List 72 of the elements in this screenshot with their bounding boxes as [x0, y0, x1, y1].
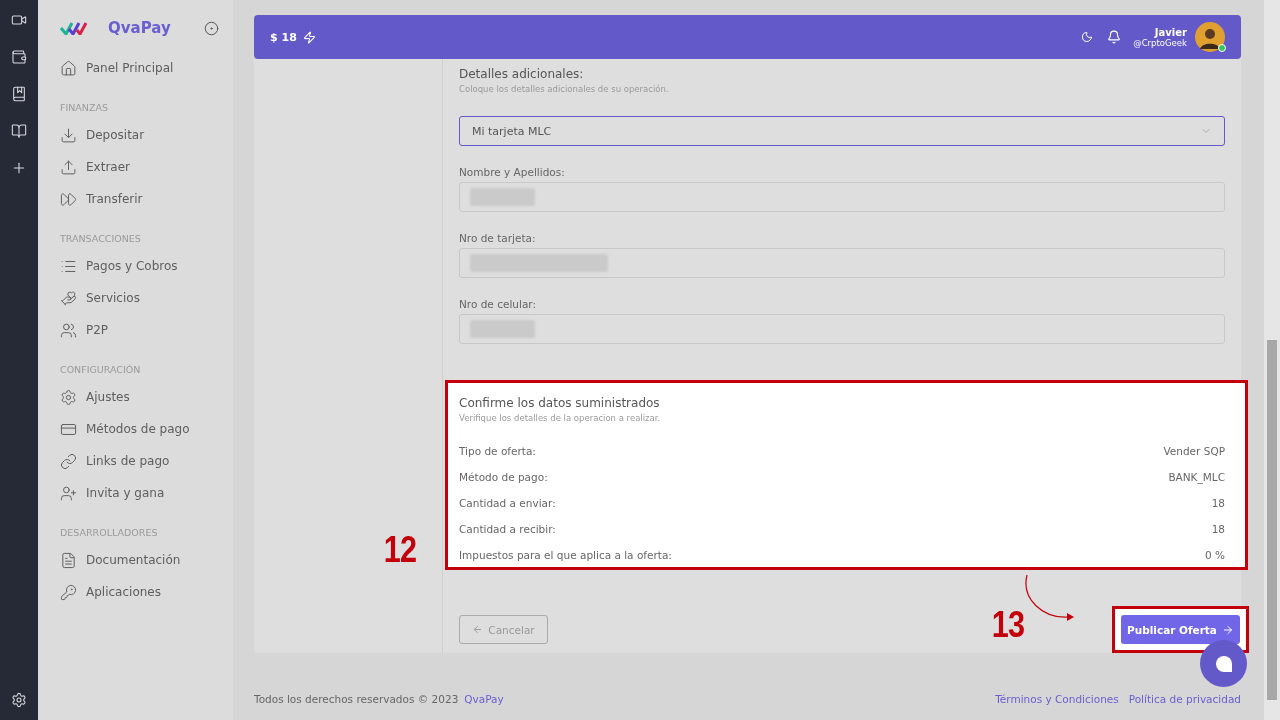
bell-icon[interactable] — [1107, 30, 1122, 44]
avatar[interactable] — [1195, 22, 1225, 52]
annotation-number: 12 — [383, 529, 417, 571]
nav-item[interactable]: Links de pago — [60, 445, 233, 477]
row-label: Método de pago: — [459, 471, 548, 483]
nav-item[interactable]: P2P — [60, 314, 233, 346]
brand-name: QvaPay — [108, 19, 171, 37]
row-label: Cantidad a recibir: — [459, 523, 556, 535]
settings-icon[interactable] — [11, 692, 27, 708]
nav-icon — [60, 126, 77, 144]
nav-icon — [60, 452, 77, 470]
row-value: 0 % — [1205, 549, 1225, 561]
confirm-title: Confirme los datos suministrados — [459, 396, 661, 410]
nav-item[interactable]: Documentación — [60, 544, 233, 576]
brand-link[interactable]: QvaPay — [464, 693, 504, 705]
nav-item[interactable]: Ajustes — [60, 381, 233, 413]
nav-icon — [60, 289, 77, 307]
bolt-icon — [302, 30, 316, 44]
field-label: Nro de tarjeta: — [459, 232, 537, 244]
rail-icon[interactable] — [11, 49, 27, 65]
logo-icon — [60, 21, 88, 35]
nav-icon — [60, 388, 77, 406]
scrollbar[interactable] — [1264, 0, 1280, 720]
arrow-left-icon — [472, 624, 484, 635]
row-value: Vender SQP — [1163, 445, 1225, 457]
field-label: Nombre y Apellidos: — [459, 166, 566, 178]
nav-item[interactable]: Aplicaciones — [60, 576, 233, 608]
field-label: Nro de celular: — [459, 298, 537, 310]
section-title: DESARROLLADORES — [60, 527, 159, 538]
nav-item[interactable]: Métodos de pago — [60, 413, 233, 445]
section-title: FINANZAS — [60, 102, 109, 113]
row-value: 18 — [1211, 523, 1225, 535]
row-label: Cantidad a enviar: — [459, 497, 556, 509]
publish-button[interactable]: Publicar Oferta — [1121, 615, 1240, 644]
moon-icon[interactable] — [1081, 31, 1094, 43]
nav-icon — [60, 583, 77, 601]
copyright-text: Todos los derechos reservados © 2023 QvaPay — [254, 693, 504, 705]
nav-item[interactable]: Panel Principal — [60, 52, 233, 84]
row-label: Tipo de oferta: — [459, 445, 536, 457]
rail-icon[interactable] — [11, 12, 27, 28]
section-heading: Detalles adicionales: — [459, 67, 585, 81]
nav-item[interactable]: Depositar — [60, 119, 233, 151]
arrow-right-icon — [1221, 623, 1234, 636]
row-value: BANK_MLC — [1168, 471, 1225, 483]
balance: $ 18 — [270, 30, 297, 44]
rail-icon[interactable] — [11, 86, 27, 102]
annotation-number: 13 — [991, 604, 1025, 646]
section-title: TRANSACCIONES — [60, 233, 142, 244]
nav-item[interactable]: Extraer — [60, 151, 233, 183]
rail-icon[interactable] — [11, 160, 27, 176]
nav-icon — [60, 158, 77, 176]
section-title: CONFIGURACIÓN — [60, 364, 142, 375]
home-icon — [60, 59, 77, 77]
footer-link[interactable]: Política de privacidad — [1128, 693, 1241, 705]
nav-icon — [60, 321, 77, 339]
nav-icon — [60, 551, 77, 569]
nav-item[interactable]: Invita y gana — [60, 477, 233, 509]
card-select[interactable]: Mi tarjeta MLC — [459, 116, 1225, 146]
user-handle: @CrptoGeek — [1133, 37, 1187, 48]
chat-icon — [1214, 654, 1233, 673]
row-label: Impuestos para el que aplica a la oferta: — [459, 549, 672, 561]
rail-icon[interactable] — [11, 123, 27, 139]
toggle-icon[interactable] — [204, 20, 219, 36]
user-name: Javier — [1154, 26, 1187, 38]
nav-icon — [60, 190, 77, 208]
footer-link[interactable]: Términos y Condiciones — [995, 693, 1119, 705]
row-value: 18 — [1211, 497, 1225, 509]
nav-item[interactable]: Servicios — [60, 282, 233, 314]
nav-item[interactable]: Transferir — [60, 183, 233, 215]
nav-item[interactable]: Pagos y Cobros — [60, 250, 233, 282]
nav-icon — [60, 484, 77, 502]
confirm-subtitle: Verifique los detalles de la operacion a realizar. — [459, 413, 662, 423]
